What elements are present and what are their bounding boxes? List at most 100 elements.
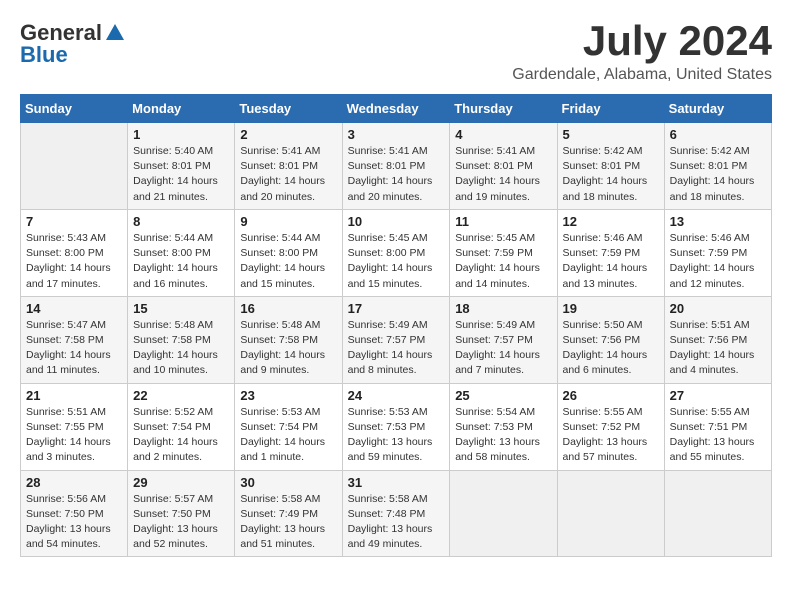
day-number: 24 [348, 388, 445, 403]
calendar-table: SundayMondayTuesdayWednesdayThursdayFrid… [20, 94, 772, 557]
calendar-cell: 30 Sunrise: 5:58 AMSunset: 7:49 PMDayligh… [235, 470, 342, 557]
calendar-cell: 25 Sunrise: 5:54 AMSunset: 7:53 PMDayligh… [450, 383, 557, 470]
calendar-cell: 8 Sunrise: 5:44 AMSunset: 8:00 PMDaylight… [128, 209, 235, 296]
calendar-cell: 26 Sunrise: 5:55 AMSunset: 7:52 PMDayligh… [557, 383, 664, 470]
day-info: Sunrise: 5:51 AMSunset: 7:56 PMDaylight:… [670, 318, 766, 379]
col-header-thursday: Thursday [450, 95, 557, 123]
calendar-cell: 5Sunrise: 5:42 AMSunset: 8:01 PMDaylight… [557, 123, 664, 210]
day-number: 1 [133, 127, 229, 142]
day-info: Sunrise: 5:47 AMSunset: 7:58 PMDaylight:… [26, 318, 122, 379]
day-number: 26 [563, 388, 659, 403]
calendar-cell: 16 Sunrise: 5:48 AMSunset: 7:58 PMDayligh… [235, 296, 342, 383]
day-info: Sunrise: 5:48 AMSunset: 7:58 PMDaylight:… [240, 318, 336, 379]
calendar-cell: 24 Sunrise: 5:53 AMSunset: 7:53 PMDayligh… [342, 383, 450, 470]
calendar-week-row: 1Sunrise: 5:40 AMSunset: 8:01 PMDaylight… [21, 123, 772, 210]
day-info: Sunrise: 5:55 AMSunset: 7:51 PMDaylight:… [670, 405, 766, 466]
logo-icon [104, 22, 126, 44]
day-number: 25 [455, 388, 551, 403]
calendar-cell: 14Sunrise: 5:47 AMSunset: 7:58 PMDayligh… [21, 296, 128, 383]
calendar-cell: 11Sunrise: 5:45 AMSunset: 7:59 PMDayligh… [450, 209, 557, 296]
calendar-cell: 18Sunrise: 5:49 AMSunset: 7:57 PMDayligh… [450, 296, 557, 383]
logo: General Blue [20, 20, 126, 68]
day-info: Sunrise: 5:56 AMSunset: 7:50 PMDaylight:… [26, 492, 122, 553]
col-header-friday: Friday [557, 95, 664, 123]
day-info: Sunrise: 5:42 AMSunset: 8:01 PMDaylight:… [563, 144, 659, 205]
day-number: 8 [133, 214, 229, 229]
day-info: Sunrise: 5:44 AMSunset: 8:00 PMDaylight:… [133, 231, 229, 292]
col-header-monday: Monday [128, 95, 235, 123]
col-header-sunday: Sunday [21, 95, 128, 123]
calendar-cell: 13 Sunrise: 5:46 AMSunset: 7:59 PMDayligh… [664, 209, 771, 296]
day-info: Sunrise: 5:46 AMSunset: 7:59 PMDaylight:… [563, 231, 659, 292]
day-number: 2 [240, 127, 336, 142]
header: General Blue July 2024 Gardendale, Alaba… [20, 20, 772, 84]
day-info: Sunrise: 5:55 AMSunset: 7:52 PMDaylight:… [563, 405, 659, 466]
col-header-tuesday: Tuesday [235, 95, 342, 123]
day-number: 27 [670, 388, 766, 403]
calendar-cell: 2 Sunrise: 5:41 AMSunset: 8:01 PMDaylight… [235, 123, 342, 210]
day-info: Sunrise: 5:41 AMSunset: 8:01 PMDaylight:… [348, 144, 445, 205]
day-info: Sunrise: 5:49 AMSunset: 7:57 PMDaylight:… [348, 318, 445, 379]
day-number: 12 [563, 214, 659, 229]
calendar-header-row: SundayMondayTuesdayWednesdayThursdayFrid… [21, 95, 772, 123]
day-number: 4 [455, 127, 551, 142]
day-number: 13 [670, 214, 766, 229]
day-info: Sunrise: 5:48 AMSunset: 7:58 PMDaylight:… [133, 318, 229, 379]
calendar-cell: 17 Sunrise: 5:49 AMSunset: 7:57 PMDayligh… [342, 296, 450, 383]
day-info: Sunrise: 5:43 AMSunset: 8:00 PMDaylight:… [26, 231, 122, 292]
calendar-cell: 21Sunrise: 5:51 AMSunset: 7:55 PMDayligh… [21, 383, 128, 470]
day-number: 6 [670, 127, 766, 142]
calendar-cell: 29Sunrise: 5:57 AMSunset: 7:50 PMDayligh… [128, 470, 235, 557]
calendar-cell: 9 Sunrise: 5:44 AMSunset: 8:00 PMDaylight… [235, 209, 342, 296]
calendar-cell: 7 Sunrise: 5:43 AMSunset: 8:00 PMDaylight… [21, 209, 128, 296]
col-header-saturday: Saturday [664, 95, 771, 123]
day-number: 30 [240, 475, 336, 490]
calendar-cell: 22Sunrise: 5:52 AMSunset: 7:54 PMDayligh… [128, 383, 235, 470]
day-number: 3 [348, 127, 445, 142]
day-info: Sunrise: 5:58 AMSunset: 7:49 PMDaylight:… [240, 492, 336, 553]
day-info: Sunrise: 5:46 AMSunset: 7:59 PMDaylight:… [670, 231, 766, 292]
calendar-week-row: 28 Sunrise: 5:56 AMSunset: 7:50 PMDayligh… [21, 470, 772, 557]
day-number: 28 [26, 475, 122, 490]
calendar-cell: 4 Sunrise: 5:41 AMSunset: 8:01 PMDaylight… [450, 123, 557, 210]
day-info: Sunrise: 5:49 AMSunset: 7:57 PMDaylight:… [455, 318, 551, 379]
day-info: Sunrise: 5:42 AMSunset: 8:01 PMDaylight:… [670, 144, 766, 205]
day-info: Sunrise: 5:52 AMSunset: 7:54 PMDaylight:… [133, 405, 229, 466]
calendar-cell [557, 470, 664, 557]
col-header-wednesday: Wednesday [342, 95, 450, 123]
day-number: 7 [26, 214, 122, 229]
calendar-cell: 19Sunrise: 5:50 AMSunset: 7:56 PMDayligh… [557, 296, 664, 383]
day-info: Sunrise: 5:53 AMSunset: 7:54 PMDaylight:… [240, 405, 336, 466]
day-info: Sunrise: 5:41 AMSunset: 8:01 PMDaylight:… [455, 144, 551, 205]
calendar-cell: 10Sunrise: 5:45 AMSunset: 8:00 PMDayligh… [342, 209, 450, 296]
day-info: Sunrise: 5:44 AMSunset: 8:00 PMDaylight:… [240, 231, 336, 292]
month-title: July 2024 [512, 20, 772, 62]
day-info: Sunrise: 5:51 AMSunset: 7:55 PMDaylight:… [26, 405, 122, 466]
day-number: 20 [670, 301, 766, 316]
calendar-cell: 27 Sunrise: 5:55 AMSunset: 7:51 PMDayligh… [664, 383, 771, 470]
day-info: Sunrise: 5:45 AMSunset: 7:59 PMDaylight:… [455, 231, 551, 292]
day-info: Sunrise: 5:41 AMSunset: 8:01 PMDaylight:… [240, 144, 336, 205]
day-info: Sunrise: 5:53 AMSunset: 7:53 PMDaylight:… [348, 405, 445, 466]
calendar-cell [450, 470, 557, 557]
day-info: Sunrise: 5:50 AMSunset: 7:56 PMDaylight:… [563, 318, 659, 379]
calendar-cell [21, 123, 128, 210]
calendar-cell: 23 Sunrise: 5:53 AMSunset: 7:54 PMDayligh… [235, 383, 342, 470]
day-number: 9 [240, 214, 336, 229]
calendar-week-row: 21Sunrise: 5:51 AMSunset: 7:55 PMDayligh… [21, 383, 772, 470]
day-number: 15 [133, 301, 229, 316]
day-number: 17 [348, 301, 445, 316]
calendar-cell: 28 Sunrise: 5:56 AMSunset: 7:50 PMDayligh… [21, 470, 128, 557]
day-info: Sunrise: 5:58 AMSunset: 7:48 PMDaylight:… [348, 492, 445, 553]
calendar-cell: 12 Sunrise: 5:46 AMSunset: 7:59 PMDayligh… [557, 209, 664, 296]
calendar-cell: 1Sunrise: 5:40 AMSunset: 8:01 PMDaylight… [128, 123, 235, 210]
day-number: 16 [240, 301, 336, 316]
calendar-cell: 20 Sunrise: 5:51 AMSunset: 7:56 PMDayligh… [664, 296, 771, 383]
calendar-cell: 15 Sunrise: 5:48 AMSunset: 7:58 PMDayligh… [128, 296, 235, 383]
calendar-cell [664, 470, 771, 557]
day-number: 31 [348, 475, 445, 490]
day-info: Sunrise: 5:54 AMSunset: 7:53 PMDaylight:… [455, 405, 551, 466]
day-number: 23 [240, 388, 336, 403]
day-number: 10 [348, 214, 445, 229]
calendar-cell: 31 Sunrise: 5:58 AMSunset: 7:48 PMDayligh… [342, 470, 450, 557]
